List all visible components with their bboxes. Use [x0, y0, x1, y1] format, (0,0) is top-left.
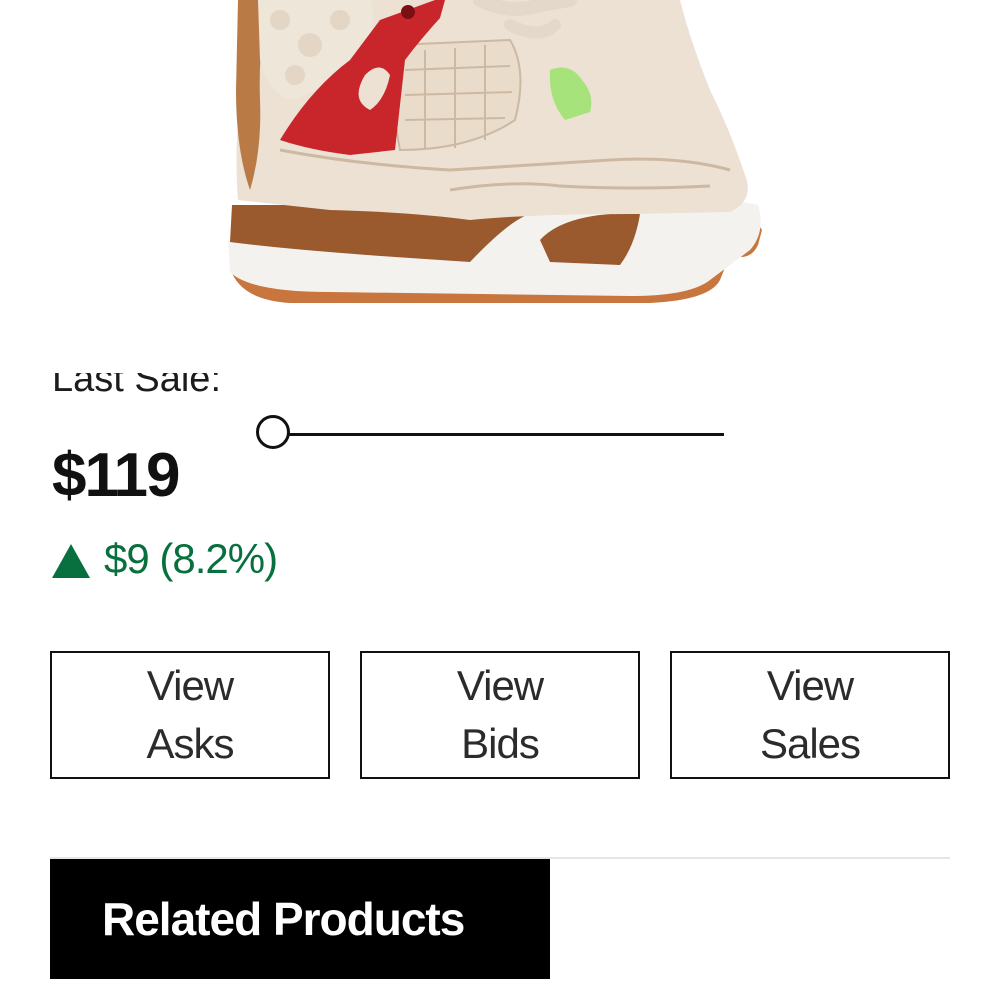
- view-asks-line2: Asks: [146, 720, 234, 767]
- up-triangle-icon: [52, 544, 90, 578]
- view-sales-button[interactable]: View Sales: [670, 651, 950, 779]
- view-bids-line1: View: [456, 662, 544, 709]
- slider-track: [274, 433, 724, 436]
- last-sale-label-text: Last Sale:: [52, 373, 221, 400]
- view-buttons: View Asks View Bids View Sales: [50, 651, 950, 779]
- price-change: $9 (8.2%): [52, 535, 278, 583]
- price-slider[interactable]: [256, 415, 726, 455]
- view-bids-line2: Bids: [461, 720, 540, 767]
- last-sale-label: Last Sale:: [52, 373, 221, 413]
- view-sales-line1: View: [766, 662, 854, 709]
- last-sale-price: $119: [52, 441, 181, 510]
- view-sales-line2: Sales: [759, 720, 861, 767]
- view-asks-button[interactable]: View Asks: [50, 651, 330, 779]
- sneaker-image: [228, 0, 762, 303]
- product-page: Last Sale: $119 $9 (8.2%) View Asks View…: [0, 0, 1000, 1000]
- price-change-value: $9 (8.2%): [104, 535, 278, 582]
- related-products-title: Related Products: [102, 893, 465, 945]
- slider-thumb[interactable]: [256, 415, 290, 449]
- view-bids-button[interactable]: View Bids: [360, 651, 640, 779]
- view-asks-line1: View: [146, 662, 234, 709]
- tab-related-products[interactable]: Related Products: [50, 859, 550, 979]
